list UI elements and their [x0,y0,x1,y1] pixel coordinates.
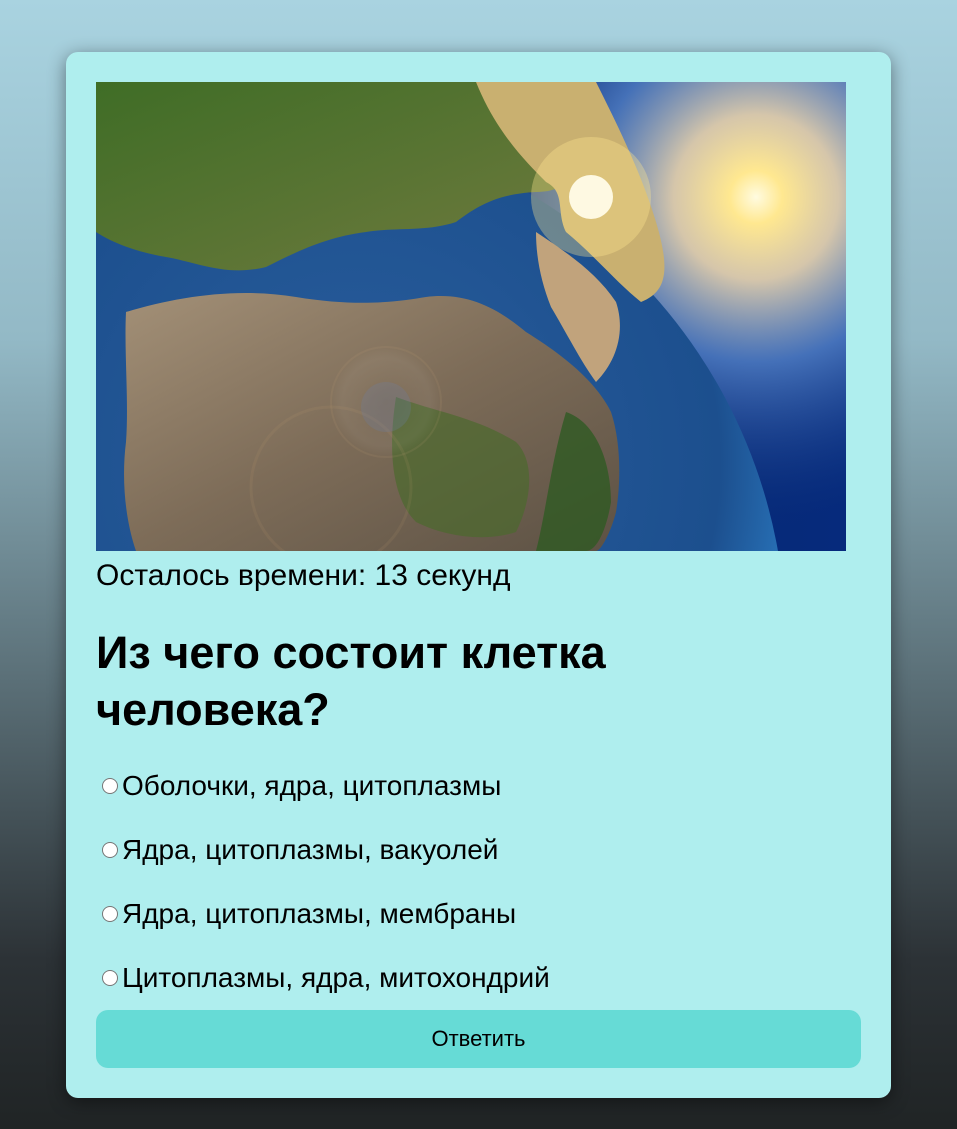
timer-text: Осталось времени: 13 секунд [96,559,511,592]
submit-answer-button[interactable]: Ответить [96,1010,861,1068]
answer-option-label: Ядра, цитоплазмы, мембраны [122,898,517,929]
radio-button[interactable] [102,778,118,794]
answer-option[interactable]: Ядра, цитоплазмы, мембраны [102,894,550,934]
answer-option[interactable]: Ядра, цитоплазмы, вакуолей [102,830,550,870]
earth-image [96,82,846,551]
quiz-card: Осталось времени: 13 секунд Из чего сост… [66,52,891,1098]
radio-button[interactable] [102,842,118,858]
answer-options: Оболочки, ядра, цитоплазмы Ядра, цитопла… [102,766,550,1022]
answer-option-label: Оболочки, ядра, цитоплазмы [122,770,502,801]
question-title: Из чего состоит клетка человека? [96,627,606,735]
radio-button[interactable] [102,970,118,986]
answer-option-label: Ядра, цитоплазмы, вакуолей [122,834,499,865]
answer-option[interactable]: Оболочки, ядра, цитоплазмы [102,766,550,806]
answer-option-label: Цитоплазмы, ядра, митохондрий [122,962,550,993]
radio-button[interactable] [102,906,118,922]
answer-option[interactable]: Цитоплазмы, ядра, митохондрий [102,958,550,998]
